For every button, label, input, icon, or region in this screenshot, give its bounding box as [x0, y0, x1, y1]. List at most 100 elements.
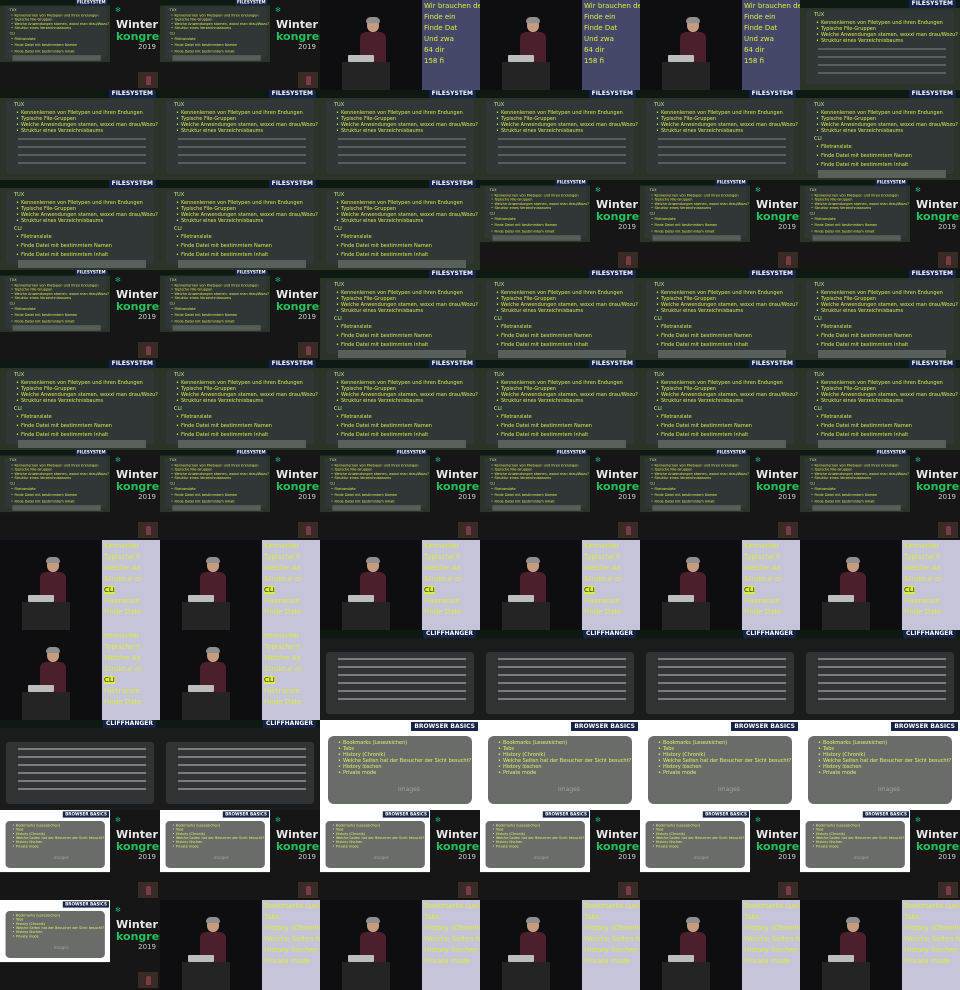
section-label: CLI — [169, 301, 176, 306]
kongress-label: kongress — [276, 840, 320, 853]
bullet-item: Finde Datei mit bestimmtem Namen — [816, 153, 912, 159]
bullet-item: Struktur eines Verzeichnisbaums — [816, 308, 903, 314]
bullet-item: Private mode — [812, 845, 839, 849]
year-label: 2019 — [138, 493, 156, 501]
section-label: CLI — [494, 406, 502, 412]
logo-mark-icon: ✻ — [435, 816, 441, 824]
code-line — [18, 138, 146, 140]
kongress-label: kongress — [756, 480, 800, 493]
stage-video-frame: Bookmarks (Lese Tabs History (Chronik Welch… — [800, 900, 960, 990]
images-label: Images — [398, 786, 420, 793]
projection-screen: Kennenler Typische F Welche An Struktur ei C… — [262, 630, 320, 720]
bullet-item: Filetranslate — [656, 414, 692, 420]
speaker-hair — [846, 557, 860, 563]
terminal-window: TUXKennenlernen von Filetypen und ihren … — [486, 370, 638, 448]
section-label: CLI — [809, 211, 816, 216]
slide-header-band: FILESYSTEM — [800, 270, 960, 278]
projected-text: Welche Seiten ha — [584, 935, 640, 943]
projection-screen: Bookmarks (Lese Tabs History (Chronik Welch… — [422, 900, 480, 990]
slide-topic-tag: BROWSER BASICS — [411, 722, 478, 731]
slide-topic-tag: CLIFFHANGER — [903, 630, 956, 638]
projected-text: History löschen — [584, 946, 639, 954]
thumbnail: Kennenler Typische F Welche An Struktur ei C… — [640, 540, 800, 630]
code-line — [172, 329, 261, 331]
code-line — [818, 176, 946, 178]
terminal-window: TUXKennenlernen von Filetypen und ihren … — [6, 100, 158, 174]
images-label: Images — [558, 786, 580, 793]
code-line — [18, 780, 146, 782]
thumbnail: FILESYSTEM TUXKennenlernen von Filetypen … — [480, 360, 640, 450]
podium — [342, 962, 390, 990]
code-line — [338, 266, 466, 268]
slide-header-band: FILESYSTEM — [160, 90, 320, 98]
browser-card: Bookmarks (Lesezeichen)TabsHistory (Chro… — [488, 736, 632, 804]
browser-slide: BROWSER BASICS Bookmarks (Lesezeichen)Tab… — [480, 810, 590, 873]
slide-wrapper: BROWSER BASICS Bookmarks (Lesezeichen)Tab… — [800, 810, 910, 900]
bullet-item: Private mode — [338, 770, 376, 776]
slide-topic-tag: BROWSER BASICS — [383, 811, 430, 818]
projected-text: Private mode — [744, 957, 791, 965]
slide-header-band: CLIFFHANGER — [480, 630, 640, 638]
year-label: 2019 — [458, 853, 476, 861]
section-label: TUX — [814, 102, 825, 108]
code-line — [658, 674, 786, 676]
conference-logo-panel: ✻Winterkongress2019 — [590, 810, 640, 900]
projected-text: CLI — [264, 586, 275, 594]
slide-topic-tag: FILESYSTEM — [908, 0, 956, 8]
speaker-inset-video — [938, 522, 958, 538]
slide-wrapper: BROWSER BASICS Bookmarks (Lesezeichen)Tab… — [0, 900, 110, 990]
kongress-label: kongress — [436, 480, 480, 493]
section-label: TUX — [489, 188, 497, 193]
projected-text: Private mode — [584, 957, 631, 965]
bullet-item: Finde Datei mit bestimmtem Inhalt — [171, 320, 234, 324]
logo-mark-icon: ✻ — [755, 456, 761, 464]
bullet-item: Struktur eines Verzeichnisbaums — [496, 128, 583, 134]
speaker-inset-video — [138, 882, 158, 898]
images-label: Images — [53, 945, 69, 951]
code-line — [498, 138, 626, 140]
bullet-item: Finde Datei mit bestimmtem Inhalt — [16, 432, 108, 438]
thumbnail: FILESYSTEM TUXKennenlernen von Filetypen … — [320, 90, 480, 180]
slide-wrapper: FILESYSTEMTUXKennenlernen von Filetypen … — [0, 450, 110, 540]
bullet-item: Filetranslate — [16, 234, 52, 240]
projected-text: Wir brauchen dein — [744, 2, 800, 10]
slide-header-band: FILESYSTEM — [320, 450, 430, 456]
code-line — [818, 690, 946, 692]
podium — [502, 962, 550, 990]
podium — [502, 602, 550, 630]
terminal-window: TUXKennenlernen von Filetypen und ihren … — [806, 100, 958, 178]
bullet-item: Finde Datei mit bestimmtem Inhalt — [816, 162, 908, 168]
bullet-item: Finde Datei mit bestimmtem Namen — [491, 493, 557, 497]
projected-text: Welche An — [264, 654, 301, 662]
projected-text: Tabs — [744, 913, 760, 921]
slide-topic-tag: FILESYSTEM — [908, 270, 956, 278]
laptop-icon — [348, 595, 374, 602]
thumbnail: Bookmarks (Lese Tabs History (Chronik Welch… — [320, 900, 480, 990]
code-line — [178, 748, 306, 750]
code-line — [178, 446, 306, 448]
slide-topic-tag: FILESYSTEM — [74, 0, 108, 6]
speaker-hair — [46, 557, 60, 563]
code-line — [658, 682, 786, 684]
podium — [502, 62, 550, 90]
year-label: 2019 — [298, 313, 316, 321]
thumbnail: Kennenler Typische F Welche An Struktur ei C… — [160, 540, 320, 630]
section-label: CLI — [14, 406, 22, 412]
browser-slide: BROWSER BASICS Bookmarks (Lesezeichen)Tab… — [0, 810, 110, 873]
slide-header-band: CLIFFHANGER — [0, 720, 160, 728]
year-label: 2019 — [138, 853, 156, 861]
bullet-item: Filetranslate — [171, 37, 195, 41]
bullet-item: Private mode — [652, 845, 679, 849]
slide-wrapper: FILESYSTEMTUXKennenlernen von Filetypen … — [160, 450, 270, 540]
bullet-item: Finde Datei mit bestimmtem Namen — [651, 493, 717, 497]
projected-text: Finde Date — [104, 608, 142, 616]
slide-topic-tag: BROWSER BASICS — [223, 811, 270, 818]
slide-topic-tag: FILESYSTEM — [268, 180, 316, 188]
browser-card: Bookmarks (Lesezeichen)TabsHistory (Chro… — [328, 736, 472, 804]
kongress-label: kongress — [116, 930, 160, 943]
laptop-icon — [28, 595, 54, 602]
speaker-inset-video — [938, 882, 958, 898]
projected-text: Typische F — [904, 553, 941, 561]
slide-topic-tag: FILESYSTEM — [714, 450, 748, 456]
slide-header-band: FILESYSTEM — [480, 360, 640, 368]
